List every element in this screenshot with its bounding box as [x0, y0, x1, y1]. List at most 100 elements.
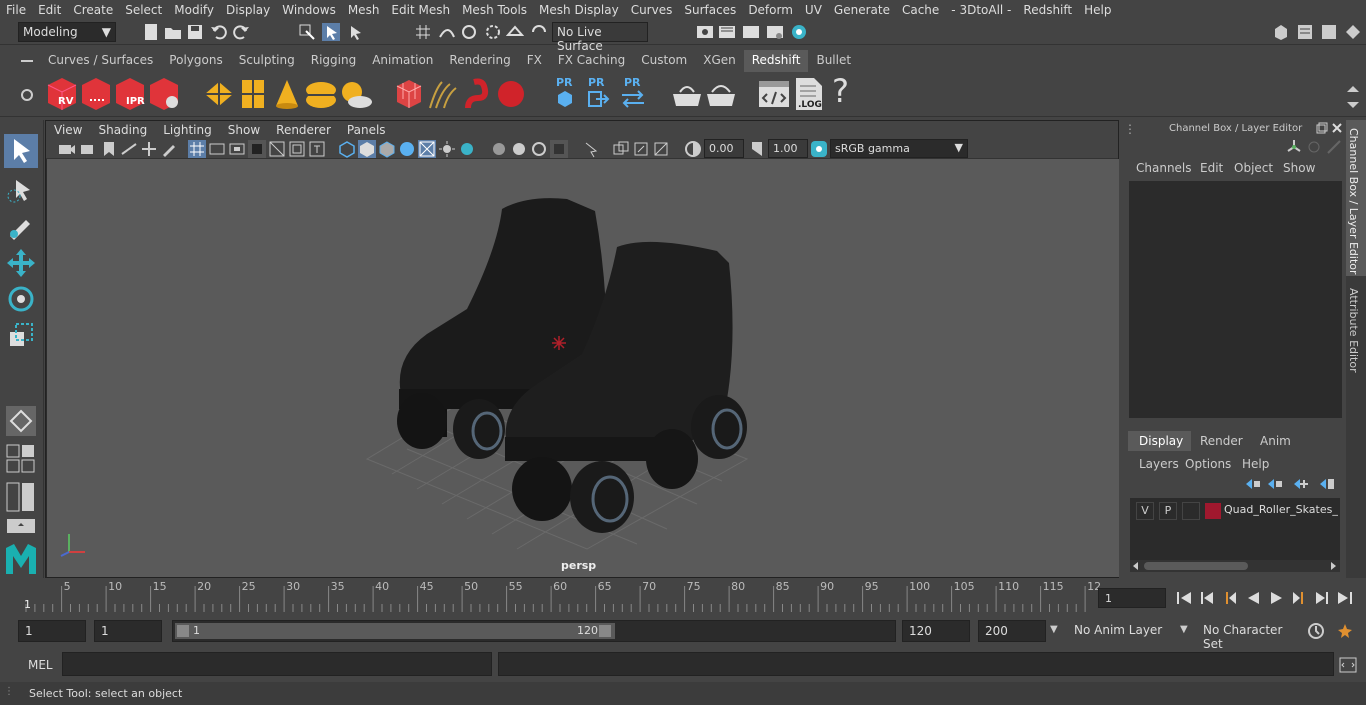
snap-point-icon[interactable]	[460, 23, 478, 41]
select-object-icon[interactable]	[322, 23, 340, 41]
film-gate-icon[interactable]	[208, 140, 226, 158]
rs-sun-sky-icon[interactable]	[338, 76, 372, 112]
float-icon[interactable]	[1316, 122, 1328, 134]
sync-icon[interactable]	[1306, 139, 1322, 155]
shelf-scroll-down-icon[interactable]	[1344, 96, 1362, 114]
edit-menu[interactable]: Edit	[1200, 161, 1223, 175]
snap-grid-icon[interactable]	[414, 23, 432, 41]
shelf-tab-custom[interactable]: Custom	[633, 50, 695, 72]
rs-spot-light-icon[interactable]	[272, 76, 302, 112]
shelf-tab-fx[interactable]: FX	[519, 50, 550, 72]
select-tool-icon[interactable]	[4, 134, 38, 168]
save-scene-icon[interactable]	[186, 23, 204, 41]
close-icon[interactable]	[1331, 122, 1343, 134]
playback-start-field[interactable]: 1	[94, 620, 162, 642]
backface-culling-icon[interactable]	[632, 140, 650, 158]
tab-anim[interactable]: Anim	[1248, 431, 1300, 451]
time-slider[interactable]: 5 10 15 20 25 30 35 40 45 50 55 60 65 70 75 80 85 90 95 100…	[0, 578, 1366, 614]
menu-select[interactable]: Select	[119, 3, 168, 17]
rs-hair-icon[interactable]	[426, 76, 460, 112]
gamma-field[interactable]: 1.00	[768, 139, 808, 158]
shelf-tab-polygons[interactable]: Polygons	[161, 50, 230, 72]
exposure-icon[interactable]	[684, 140, 702, 158]
play-backwards-icon[interactable]	[1244, 589, 1262, 607]
command-input[interactable]	[62, 652, 492, 676]
menu-curves[interactable]: Curves	[625, 3, 679, 17]
rs-area-light-icon[interactable]	[240, 76, 266, 112]
rs-log-button[interactable]: .LOG	[794, 76, 824, 112]
screen-space-ao-icon[interactable]	[458, 140, 476, 158]
menu-modify[interactable]: Modify	[168, 3, 220, 17]
motion-blur-icon[interactable]	[490, 140, 508, 158]
depth-of-field-icon[interactable]	[530, 140, 548, 158]
frame-selection-icon[interactable]	[652, 140, 670, 158]
scroll-left-icon[interactable]	[1132, 562, 1140, 570]
tab-attribute-editor[interactable]: Attribute Editor	[1346, 282, 1366, 382]
step-forward-frame-icon[interactable]	[1290, 589, 1308, 607]
modeling-toolkit-icon[interactable]	[1272, 23, 1290, 41]
rs-help-button[interactable]: ?	[832, 72, 849, 110]
layer-color-swatch[interactable]	[1205, 503, 1221, 519]
chevron-down-icon[interactable]: ▼	[1050, 624, 1058, 635]
rs-pr-button-1[interactable]: PR	[552, 76, 578, 112]
resolution-gate-icon[interactable]	[228, 140, 246, 158]
rs-bake-sets-icon[interactable]	[704, 78, 738, 110]
menu-help[interactable]: Help	[1078, 3, 1117, 17]
layer-hscrollbar[interactable]	[1130, 560, 1340, 572]
multisample-aa-icon[interactable]	[510, 140, 528, 158]
viewport-menu-panels[interactable]: Panels	[339, 121, 394, 139]
grid-toggle-icon[interactable]	[188, 140, 206, 158]
menu-file[interactable]: File	[0, 3, 32, 17]
menu-mesh-display[interactable]: Mesh Display	[533, 3, 625, 17]
paint-select-tool-icon[interactable]	[4, 208, 38, 242]
range-slider-handle-bar[interactable]: 1 120	[175, 623, 615, 639]
current-frame-field[interactable]: 1	[1098, 588, 1166, 608]
textured-icon[interactable]	[398, 140, 416, 158]
render-frame-icon[interactable]	[718, 23, 736, 41]
help-menu[interactable]: Help	[1242, 457, 1269, 471]
wireframe-on-shaded-icon[interactable]	[378, 140, 396, 158]
rs-script-editor-icon[interactable]	[758, 78, 790, 110]
shelf-tab-xgen[interactable]: XGen	[695, 50, 744, 72]
snap-view-plane-icon[interactable]	[484, 23, 502, 41]
range-end-handle[interactable]	[599, 625, 611, 637]
make-live-icon[interactable]	[530, 23, 548, 41]
menu-edit[interactable]: Edit	[32, 3, 67, 17]
rotate-tool-icon[interactable]	[4, 282, 38, 316]
menu-uv[interactable]: UV	[799, 3, 828, 17]
channels-menu[interactable]: Channels	[1136, 161, 1192, 175]
hypershade-icon[interactable]	[790, 23, 808, 41]
scale-tool-icon[interactable]	[4, 318, 38, 352]
attribute-editor-icon[interactable]	[1296, 23, 1314, 41]
menu-create[interactable]: Create	[67, 3, 119, 17]
animation-preferences-icon[interactable]	[1336, 622, 1354, 640]
layer-name[interactable]: Quad_Roller_Skates_Bl	[1224, 503, 1338, 516]
move-layer-down-icon[interactable]	[1266, 477, 1284, 491]
tab-display[interactable]: Display	[1128, 431, 1191, 451]
drag-handle-icon[interactable]: ⋮	[1124, 122, 1136, 136]
go-to-start-icon[interactable]	[1175, 589, 1193, 607]
grease-pencil-icon[interactable]	[160, 140, 178, 158]
undo-icon[interactable]	[210, 23, 228, 41]
scroll-thumb[interactable]	[1144, 562, 1248, 570]
step-back-frame-icon[interactable]	[1221, 589, 1239, 607]
gate-mask-icon[interactable]	[248, 140, 266, 158]
rs-proxy-icon[interactable]	[394, 76, 424, 112]
redshift-ipr-button[interactable]: IPR	[112, 76, 148, 112]
viewport-menu-shading[interactable]: Shading	[90, 121, 155, 139]
channel-box-icon[interactable]	[1344, 23, 1362, 41]
auto-key-icon[interactable]	[1307, 622, 1325, 640]
layer-playback-toggle[interactable]: P	[1159, 502, 1177, 520]
end-time-field[interactable]: 200	[978, 620, 1046, 642]
viewport-menu-show[interactable]: Show	[220, 121, 268, 139]
manipulator-icon[interactable]	[1286, 139, 1302, 155]
image-plane-icon[interactable]	[120, 140, 138, 158]
anim-layer-dropdown[interactable]: No Anim Layer	[1068, 620, 1180, 642]
go-to-end-icon[interactable]	[1336, 589, 1354, 607]
shelf-tab-curves-surfaces[interactable]: Curves / Surfaces	[40, 50, 161, 72]
options-menu[interactable]: Options	[1185, 457, 1231, 471]
isolate-select-icon[interactable]	[550, 140, 568, 158]
layout-two-pane-icon[interactable]	[6, 482, 36, 512]
rs-worm-icon[interactable]	[462, 76, 496, 112]
menu-generate[interactable]: Generate	[828, 3, 896, 17]
